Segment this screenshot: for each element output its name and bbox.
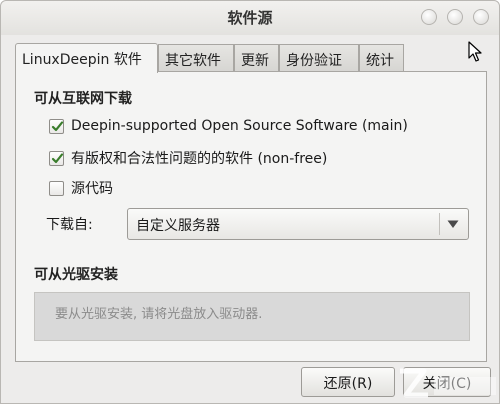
non-free-checkbox[interactable] bbox=[49, 150, 64, 166]
tab-authentication[interactable]: 身份验证 bbox=[279, 44, 359, 72]
tab-linuxdeepin-software[interactable]: LinuxDeepin 软件 bbox=[15, 43, 158, 73]
main-repo-label: Deepin-supported Open Source Software (m… bbox=[71, 118, 408, 134]
software-sources-window: 软件源 LinuxDeepin 软件 其它软件 更新 身份验证 统计 可从互联网… bbox=[0, 0, 500, 404]
tab-panel: 可从互联网下载 Deepin-supported Open Source Sof… bbox=[15, 71, 487, 362]
mouse-pointer-icon bbox=[468, 41, 482, 62]
close-button[interactable]: 关闭(C) bbox=[403, 367, 491, 397]
revert-button[interactable]: 还原(R) bbox=[301, 367, 395, 397]
non-free-label: 有版权和合法性问题的的软件 (non-free) bbox=[71, 151, 328, 167]
main-repo-option[interactable]: Deepin-supported Open Source Software (m… bbox=[49, 118, 408, 134]
source-code-checkbox[interactable] bbox=[49, 180, 64, 196]
source-code-option[interactable]: 源代码 bbox=[49, 178, 113, 198]
download-from-label: 下载自: bbox=[46, 217, 93, 233]
close-window-button[interactable] bbox=[473, 9, 489, 25]
download-server-value: 自定义服务器 bbox=[136, 218, 220, 234]
combo-divider bbox=[439, 213, 440, 235]
checkmark-icon bbox=[51, 120, 64, 131]
maximize-button[interactable] bbox=[447, 9, 463, 25]
cdrom-message-box: 要从光驱安装, 请将光盘放入驱动器. bbox=[34, 292, 470, 341]
source-code-label: 源代码 bbox=[71, 181, 113, 197]
download-server-select[interactable]: 自定义服务器 bbox=[127, 208, 469, 240]
tab-other-software[interactable]: 其它软件 bbox=[158, 44, 234, 72]
non-free-option[interactable]: 有版权和合法性问题的的软件 (non-free) bbox=[49, 148, 327, 168]
tab-statistics[interactable]: 统计 bbox=[359, 44, 404, 72]
cdrom-section-heading: 可从光驱安装 bbox=[34, 267, 118, 283]
triangle-down-icon[interactable] bbox=[447, 220, 459, 229]
checkmark-icon bbox=[51, 152, 64, 163]
internet-section-heading: 可从互联网下载 bbox=[34, 91, 132, 107]
cdrom-message: 要从光驱安装, 请将光盘放入驱动器. bbox=[55, 307, 263, 322]
main-repo-checkbox[interactable] bbox=[49, 118, 64, 134]
tab-updates[interactable]: 更新 bbox=[234, 44, 279, 72]
title-bar[interactable]: 软件源 bbox=[1, 1, 499, 35]
minimize-button[interactable] bbox=[421, 9, 437, 25]
